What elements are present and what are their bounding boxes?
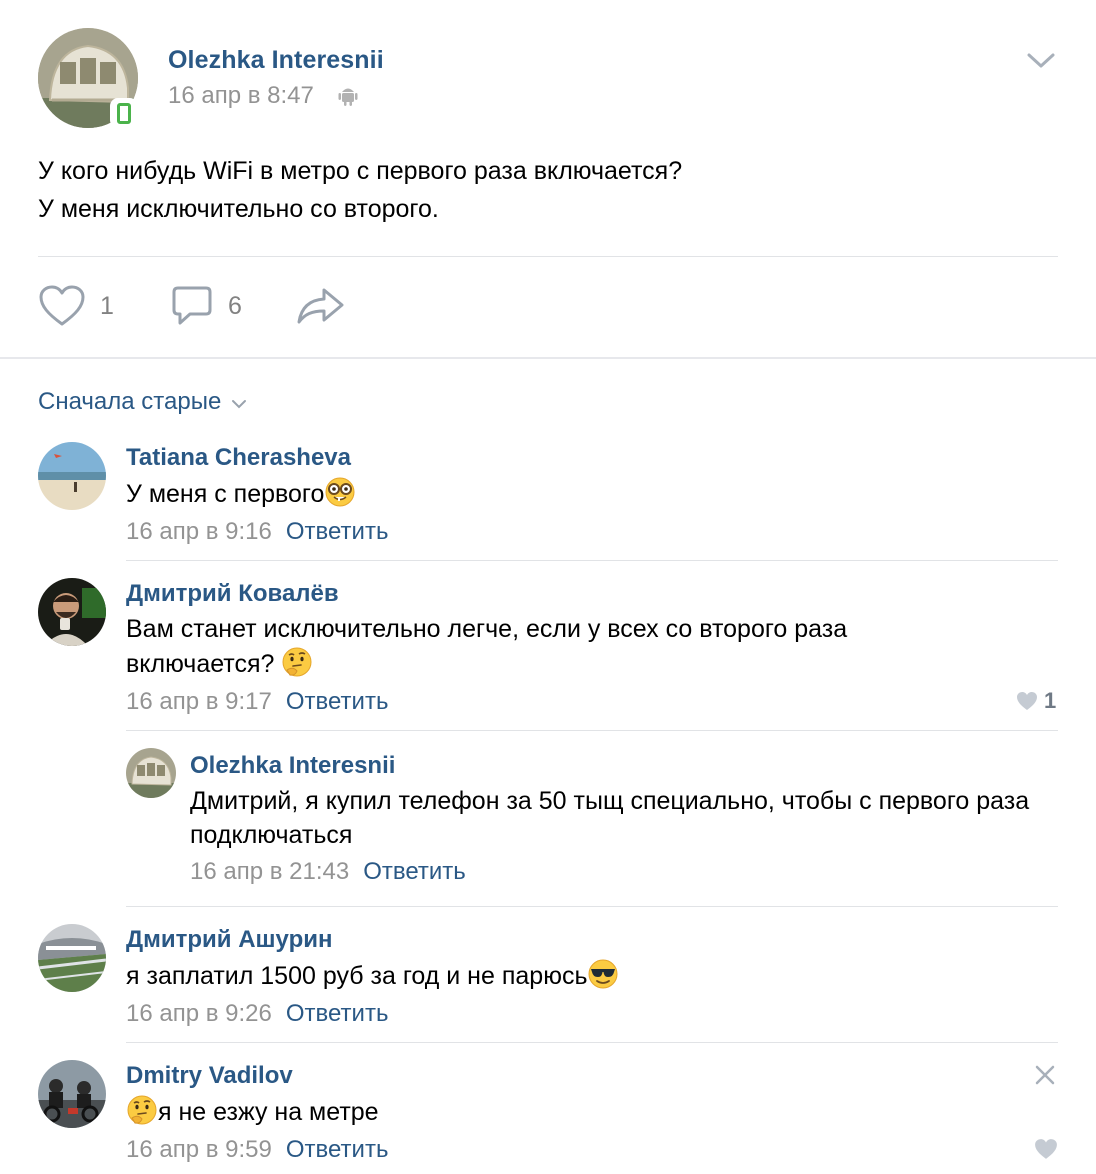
comment-text: я заплатил 1500 руб за год и не парюсь [126, 958, 1056, 993]
heart-icon [1035, 1139, 1057, 1159]
comment-text: У меня с первого [126, 476, 1056, 511]
reply-button[interactable]: Ответить [286, 1136, 389, 1163]
post-text: У кого нибудь WiFi в метро с первого раз… [38, 152, 1058, 228]
comment-date[interactable]: 16 апр в 9:17 [126, 688, 272, 715]
post-text-line: У кого нибудь WiFi в метро с первого раз… [38, 157, 683, 185]
comment-meta: 16 апр в 21:43 Ответить [190, 858, 466, 886]
share-icon [297, 288, 344, 324]
heart-icon [39, 285, 85, 326]
nerd-face-icon [325, 477, 355, 507]
comment-date[interactable]: 16 апр в 21:43 [190, 858, 349, 885]
divider [0, 357, 1096, 359]
commenter-name[interactable]: Dmitry Vadilov [126, 1062, 293, 1090]
comment-text-body: я не езжу на метре [158, 1098, 379, 1126]
reply-button[interactable]: Ответить [363, 858, 466, 885]
commenter-avatar[interactable] [38, 442, 106, 510]
commenter-avatar[interactable] [126, 748, 176, 798]
post-date[interactable]: 16 апр в 8:47 [168, 82, 314, 110]
thinking-face-icon [127, 1095, 157, 1125]
comment-date[interactable]: 16 апр в 9:16 [126, 518, 272, 545]
reply-button[interactable]: Ответить [286, 1000, 389, 1027]
post-page: Olezhka Interesnii 16 апр в 8:47 У кого … [0, 0, 1096, 1174]
commenter-name[interactable]: Olezhka Interesnii [190, 752, 395, 780]
sunglasses-face-icon [588, 959, 618, 989]
commenter-avatar[interactable] [38, 924, 106, 992]
comment-text-body: я заплатил 1500 руб за год и не парюсь [126, 962, 588, 990]
comment-text: Вам станет исключительно легче, если у в… [126, 612, 946, 681]
comments-sort-dropdown[interactable]: Сначала старые [38, 388, 247, 416]
thinking-face-icon [282, 647, 312, 677]
comment-text: Дмитрий, я купил телефон за 50 тыщ специ… [190, 787, 1030, 849]
divider [38, 256, 1058, 257]
reply-button[interactable]: Ответить [286, 518, 389, 545]
comment-text-body: У меня с первого [126, 480, 325, 508]
comment-date[interactable]: 16 апр в 9:59 [126, 1136, 272, 1163]
android-icon [338, 88, 358, 106]
close-icon[interactable] [1034, 1064, 1056, 1086]
heart-icon [1017, 692, 1037, 710]
divider [126, 1042, 1058, 1043]
comment-icon [172, 286, 212, 325]
mobile-online-icon [110, 98, 138, 128]
like-count: 1 [100, 291, 114, 320]
comment-meta: 16 апр в 9:26 Ответить [126, 1000, 388, 1028]
comment-like-count: 1 [1044, 688, 1057, 713]
comment-meta: 16 апр в 9:17 Ответить [126, 688, 388, 716]
divider [126, 906, 1058, 907]
chevron-down-icon [232, 400, 247, 409]
comment-text-body: Вам станет исключительно легче, если у в… [126, 615, 848, 678]
chevron-down-icon[interactable] [1026, 52, 1056, 70]
divider [126, 730, 1058, 731]
comment-date[interactable]: 16 апр в 9:26 [126, 1000, 272, 1027]
comment-meta: 16 апр в 9:59 Ответить [126, 1136, 388, 1164]
commenter-name[interactable]: Дмитрий Ковалёв [126, 580, 339, 608]
comment-text: я не езжу на метре [126, 1094, 1026, 1129]
comment-count: 6 [228, 291, 242, 320]
commenter-name[interactable]: Tatiana Cherasheva [126, 444, 351, 472]
comment-like-button[interactable] [1034, 1138, 1058, 1160]
comment-meta: 16 апр в 9:16 Ответить [126, 518, 388, 546]
sort-label: Сначала старые [38, 388, 222, 415]
comment-button[interactable]: 6 [170, 284, 242, 328]
share-button[interactable] [296, 284, 346, 328]
commenter-name[interactable]: Дмитрий Ашурин [126, 926, 332, 954]
commenter-avatar[interactable] [38, 578, 106, 646]
post-author-name[interactable]: Olezhka Interesnii [168, 46, 384, 75]
like-button[interactable]: 1 [38, 284, 114, 328]
post-text-line: У меня исключительно со второго. [38, 195, 439, 223]
divider [126, 560, 1058, 561]
reply-button[interactable]: Ответить [286, 688, 389, 715]
comment-like-button[interactable]: 1 [1016, 688, 1056, 714]
commenter-avatar[interactable] [38, 1060, 106, 1128]
